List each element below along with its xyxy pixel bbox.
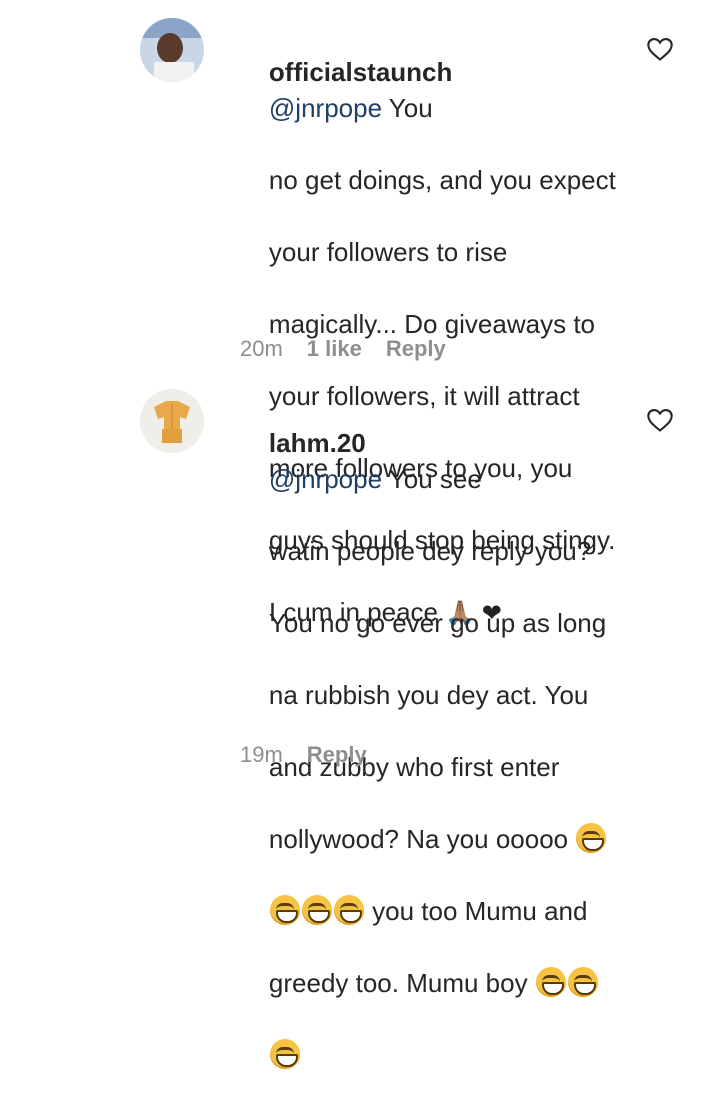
grinning-squinting-face-icon	[301, 895, 332, 925]
comment-body-line: You	[382, 93, 433, 123]
comment-body-line: You see	[382, 464, 482, 494]
timestamp: 20m	[240, 336, 283, 361]
comment-body-line: greedy too. Mumu boy	[268, 968, 535, 998]
like-heart-icon[interactable]	[646, 36, 674, 62]
reply-button[interactable]: Reply	[307, 742, 367, 768]
comment-body-line: watin people dey reply you?	[268, 536, 592, 566]
mention-link[interactable]: @jnrpope	[269, 464, 382, 494]
avatar[interactable]	[140, 389, 204, 453]
timestamp: 19m	[240, 742, 283, 767]
comment-body-line: you too Mumu and	[364, 896, 588, 926]
comment-body-line: magically... Do giveaways to	[268, 309, 595, 339]
like-heart-icon[interactable]	[646, 407, 674, 433]
comment-body-line: no get doings, and you expect	[268, 165, 616, 195]
grinning-squinting-face-icon	[567, 967, 598, 997]
reply-button[interactable]: Reply	[386, 336, 446, 362]
grinning-squinting-face-icon	[535, 967, 566, 997]
username[interactable]: officialstaunch	[269, 57, 452, 87]
grinning-squinting-face-icon	[269, 1039, 300, 1069]
comment-body-line: na rubbish you dey act. You	[268, 680, 589, 710]
grinning-squinting-face-icon	[576, 823, 607, 853]
username[interactable]: lahm.20	[269, 428, 366, 458]
grinning-squinting-face-icon	[269, 895, 300, 925]
likes-count[interactable]: 1 like	[307, 336, 362, 362]
comment-body-line: nollywood? Na you ooooo	[268, 824, 576, 854]
mention-link[interactable]: @jnrpope	[269, 93, 382, 123]
comment-meta: 20m 1 like Reply	[240, 336, 446, 362]
comment-body-line: You no go ever go up as long	[268, 608, 607, 638]
comment-body-line: your followers to rise	[268, 237, 508, 267]
avatar[interactable]	[140, 18, 204, 82]
grinning-squinting-face-icon	[333, 895, 364, 925]
comment-meta: 19m Reply	[240, 742, 367, 768]
